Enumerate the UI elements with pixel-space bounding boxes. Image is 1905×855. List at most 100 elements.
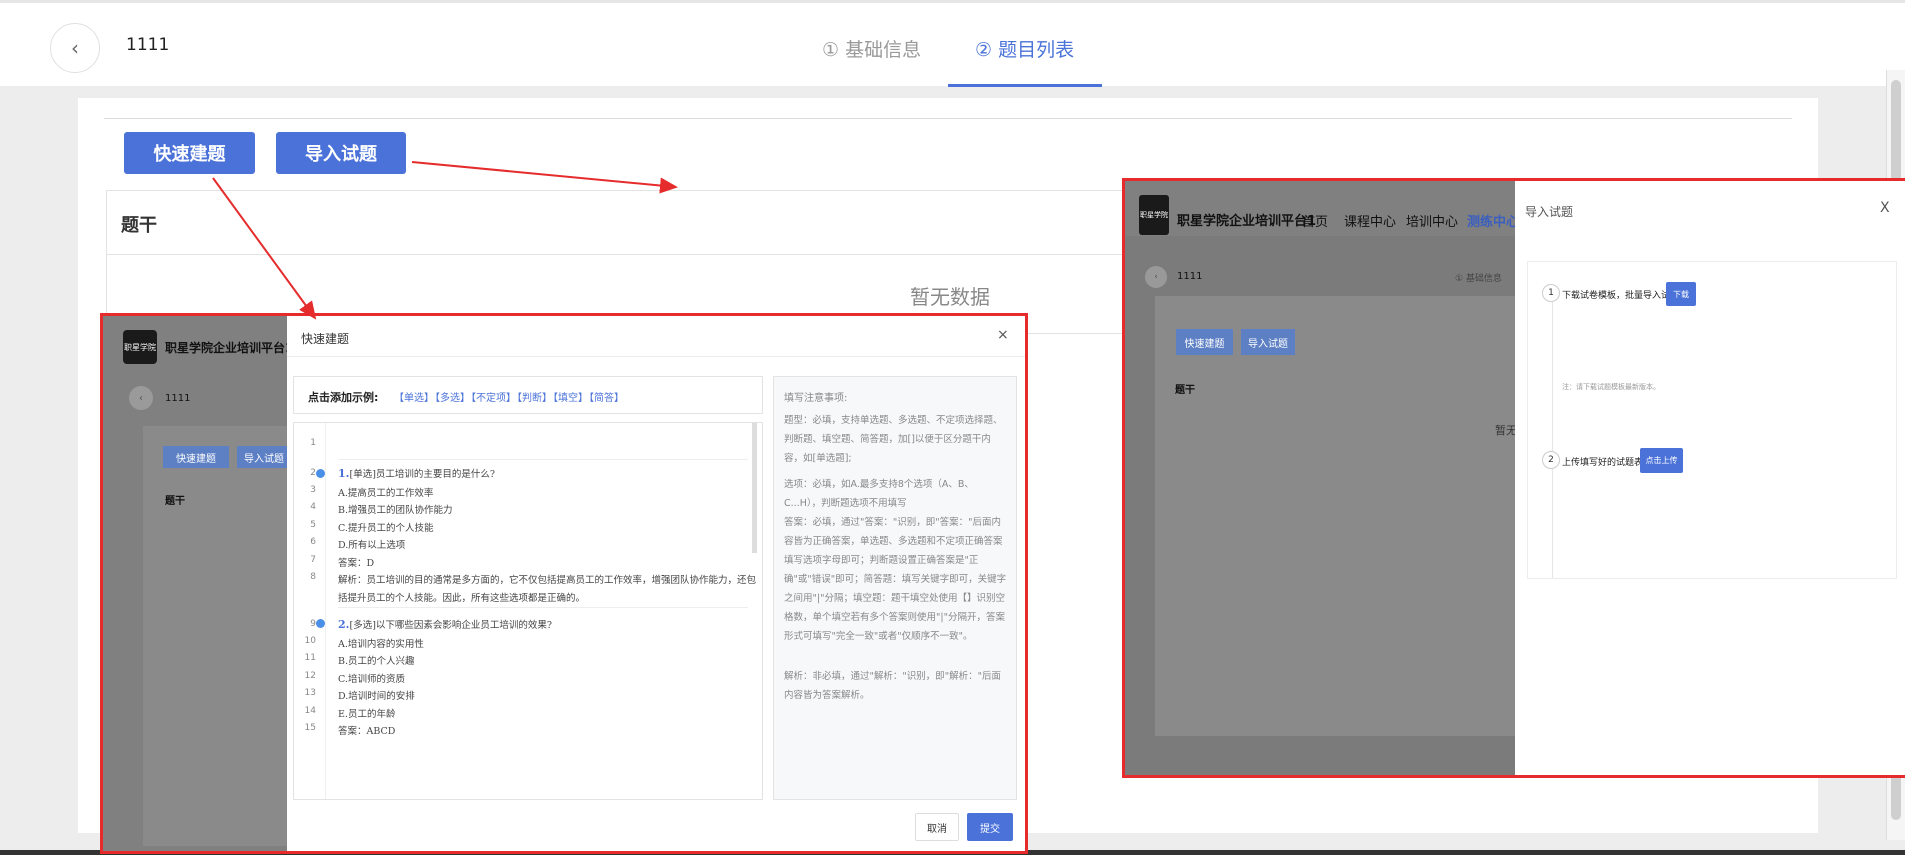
instruction-analysis: 解析：非必填，通过"解析："识别，即"解析："后面内容皆为答案解析。 [784,671,1001,701]
line-number: 10 [304,636,316,646]
question-marker-icon [316,469,325,478]
editor-line: 1.[单选]员工培训的主要目的是什么? [338,466,495,480]
close-icon[interactable]: × [997,327,1009,343]
line-number: 13 [304,688,316,698]
mini-column-header: 题干 [165,496,185,507]
tab-question-list[interactable]: ② 题目列表 [975,35,1074,62]
editor-line: D.培训时间的安排 [338,691,415,702]
quick-create-button[interactable]: 快速建题 [124,132,255,174]
line-number: 8 [310,572,316,582]
page-title: 1111 [126,35,170,55]
editor-line: C.培训师的资质 [338,674,405,685]
line-number: 6 [310,537,316,547]
instructions-panel: 填写注意事项: 题型：必填，支持单选题、多选题、不定项选择题、判断题、填空题、简… [773,376,1017,800]
question-editor[interactable]: 1 2 1.[单选]员工培训的主要目的是什么? 3 A.提高员工的工作效率 4 … [293,422,763,800]
quick-create-dialog: 快速建题 × 点击添加示例: 【单选】 【多选】 【不定项】 【判断】 【填空】… [287,316,1025,851]
step-connector [1552,288,1553,578]
instruction-options: 选项：必填，如A.最多支持8个选项（A、B、C...H），判断题选项不用填写 [784,479,974,509]
chevron-left-icon: ‹ [1145,266,1167,288]
download-button[interactable]: 下载 [1666,282,1696,306]
question-marker-icon [316,619,325,628]
import-screenshot: 职星学院 职星学院企业培训平台1 首页 课程中心 培训中心 测练中心 ‹ 111… [1122,178,1905,778]
question-separator [338,459,748,460]
nav-course-center: 课程中心 [1344,215,1397,230]
back-button[interactable]: ‹ [50,23,100,73]
question-stem: [单选]员工培训的主要目的是什么? [349,469,495,480]
examples-label: 点击添加示例: [308,391,379,404]
active-tab-indicator [948,84,1102,87]
mini-import-button: 导入试题 [237,446,291,468]
editor-line: B.员工的个人兴趣 [338,656,415,667]
line-number: 7 [310,555,316,565]
step-number: 2 [1542,451,1560,469]
close-icon[interactable]: X [1880,200,1890,216]
mini-card [1155,296,1535,736]
line-number: 12 [304,671,316,681]
line-number: 11 [304,653,316,663]
mini-page-title: 1111 [1177,271,1203,282]
mini-page-title: 1111 [165,393,191,404]
upload-button[interactable]: 点击上传 [1640,448,1683,473]
editor-line: E.员工的年龄 [338,709,396,720]
question-number: 1. [338,467,350,480]
question-number: 2. [338,618,350,631]
example-fill-blank[interactable]: 【填空】 [548,389,588,404]
editor-line: 括提升员工的个人技能。因此，所有这些选项都是正确的。 [338,593,586,604]
mini-step: ① 基础信息 [1455,274,1502,284]
mini-quick-create-button: 快速建题 [163,446,229,468]
mini-card [143,426,293,846]
submit-button[interactable]: 提交 [967,813,1013,841]
import-steps-panel: 1 下载试卷模板，批量导入试题 下载 注：请下载试题模板最新版本。 2 上传填写… [1527,261,1897,579]
dialog-title: 快速建题 [301,332,350,346]
line-number: 4 [310,502,316,512]
example-multi-choice[interactable]: 【多选】 [430,389,470,404]
example-judge[interactable]: 【判断】 [512,389,552,404]
cancel-button[interactable]: 取消 [915,813,959,841]
line-number: 15 [304,723,316,733]
editor-line: C.提升员工的个人技能 [338,523,434,534]
editor-line: 2.[多选]以下哪些因素会影响企业员工培训的效果? [338,617,552,631]
column-header-stem: 题干 [121,215,157,236]
quick-create-screenshot: 职星学院 职星学院企业培训平台1 ‹ 1111 快速建题 导入试题 题干 快速建… [100,313,1028,854]
editor-line: B.增强员工的团队协作能力 [338,505,453,516]
editor-line: 解析：员工培训的目的通常是多方面的，它不仅包括提高员工的工作效率，增强团队协作能… [338,575,757,586]
editor-scrollbar[interactable] [752,423,757,553]
line-number: 9 [310,619,316,629]
example-single-choice[interactable]: 【单选】 [394,389,434,404]
step-download-text: 下载试卷模板，批量导入试题 [1562,291,1680,301]
nav-training-center: 培训中心 [1406,215,1459,230]
mini-import-button: 导入试题 [1241,329,1295,355]
instruction-type: 题型：必填，支持单选题、多选题、不定项选择题、判断题、填空题、简答题，加[]以便… [784,415,1003,464]
instruction-answer: 答案：必填，通过"答案："识别，即"答案："后面内容皆为正确答案，单选题、多选题… [784,517,1007,642]
tab-basic-info[interactable]: ① 基础信息 [822,35,921,62]
line-number: 3 [310,485,316,495]
chevron-left-icon: ‹ [71,36,79,60]
nav-home: 首页 [1302,215,1329,230]
mini-quick-create-button: 快速建题 [1176,329,1233,355]
line-number: 2 [310,468,316,478]
chevron-left-icon: ‹ [129,386,153,410]
editor-line: A.提高员工的工作效率 [338,488,434,499]
brand-name: 职星学院企业培训平台1 [165,341,294,355]
step-number: 1 [1542,284,1560,302]
dialog-title: 导入试题 [1525,205,1574,219]
example-short-answer[interactable]: 【简答】 [584,389,624,404]
empty-state-text: 暂无数据 [910,285,990,309]
example-indefinite[interactable]: 【不定项】 [466,389,516,404]
brand-logo: 职星学院 [123,330,157,364]
import-questions-button[interactable]: 导入试题 [276,132,406,174]
mini-column-header: 题干 [1175,385,1195,396]
question-stem: [多选]以下哪些因素会影响企业员工培训的效果? [349,620,552,631]
nav-practice-center: 测练中心 [1467,215,1520,230]
template-note: 注：请下载试题模板最新版本。 [1562,383,1660,391]
editor-line: 答案：ABCD [338,726,396,737]
question-separator [338,607,748,608]
import-dialog: 导入试题 X 1 下载试卷模板，批量导入试题 下载 注：请下载试题模板最新版本。… [1515,181,1905,775]
brand-name: 职星学院企业培训平台1 [1177,214,1317,229]
divider [287,356,1025,357]
mini-empty-text: 暂无 [1495,424,1517,437]
top-header: ‹ 1111 ① 基础信息 ② 题目列表 [0,0,1905,87]
line-gutter [294,423,326,799]
editor-line: D.所有以上选项 [338,540,406,551]
editor-line: A.培训内容的实用性 [338,639,424,650]
